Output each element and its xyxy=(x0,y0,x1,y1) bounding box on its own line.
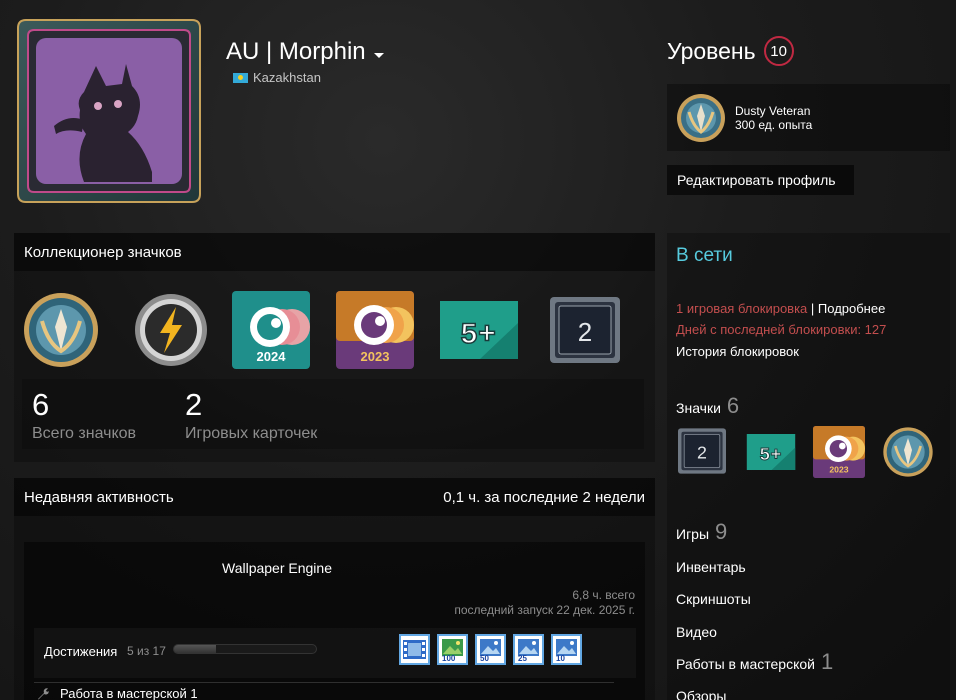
recent-activity-header: Недавняя активность 0,1 ч. за последние … xyxy=(14,478,655,516)
badges-link[interactable]: Значки 6 xyxy=(676,393,739,419)
five-plus-badge-text: 5+ xyxy=(460,319,496,353)
level-label: Уровень xyxy=(667,37,756,64)
number-two-badge-icon[interactable]: 2 xyxy=(678,428,726,474)
xp-badge-name: Dusty Veteran xyxy=(735,103,811,118)
image-25-achievement-icon[interactable]: 25 xyxy=(513,634,544,665)
ban-count: 1 игровая блокировка xyxy=(676,301,808,316)
total-badges-count: 6 xyxy=(32,387,50,422)
workshop-link-count: 1 xyxy=(820,649,834,674)
achievement-icons: 100 50 25 10 xyxy=(399,634,582,665)
game-cards-label: Игровых карточек xyxy=(185,425,318,442)
number-two-badge-text: 2 xyxy=(578,317,592,347)
number-two-badge-icon[interactable]: 2 xyxy=(550,297,620,363)
games-link-label: Игры xyxy=(676,526,710,542)
badge-collector-title: Коллекционер значков xyxy=(24,243,182,261)
veteran-coin-icon xyxy=(677,93,725,142)
achievements-progress-fill xyxy=(174,645,216,653)
level-badge[interactable]: 10 xyxy=(763,36,794,66)
image-50-count: 50 xyxy=(480,654,489,663)
player-name[interactable]: AU | Morphin xyxy=(226,38,384,66)
badge-collector-panel: Коллекционер значков 2024 2023 5+ 2 6 Вс… xyxy=(14,233,655,462)
sidebar-2023-text: 2023 xyxy=(829,465,848,475)
game-last-played: последний запуск 22 дек. 2025 г. xyxy=(454,603,635,617)
veteran-coin-icon[interactable] xyxy=(22,291,100,369)
total-badges-label: Всего значков xyxy=(32,425,137,442)
workshop-link[interactable]: Работы в мастерской 1 xyxy=(676,649,833,675)
level-row: Уровень 10 xyxy=(667,36,794,66)
ban-history-link[interactable]: История блокировок xyxy=(676,344,799,359)
badges-link-label: Значки xyxy=(676,400,721,416)
ban-details-link[interactable]: Подробнее xyxy=(818,301,885,316)
profile-sidebar: В сети 1 игровая блокировка | Подробнее … xyxy=(667,233,950,700)
sidebar-five-plus-text: 5+ xyxy=(759,444,781,466)
inventory-link[interactable]: Инвентарь xyxy=(676,559,746,575)
divider xyxy=(34,682,614,683)
game-card: Wallpaper Engine 6,8 ч. всего последний … xyxy=(24,542,645,700)
edit-profile-button[interactable]: Редактировать профиль xyxy=(667,165,854,195)
avatar-frame-art xyxy=(17,19,201,203)
xp-text: Dusty Veteran 300 ед. опыта xyxy=(735,104,812,132)
lightning-coin-icon[interactable] xyxy=(132,291,210,369)
steam-2023-badge-icon[interactable]: 2023 xyxy=(813,426,865,478)
player-name-text: AU | Morphin xyxy=(226,38,366,65)
video-link[interactable]: Видео xyxy=(676,624,717,640)
image-100-achievement-icon[interactable]: 100 xyxy=(437,634,468,665)
recent-activity-panel: Недавняя активность 0,1 ч. за последние … xyxy=(14,478,655,700)
game-title[interactable]: Wallpaper Engine xyxy=(222,560,332,576)
achievements-bar: Достижения 5 из 17 100 50 25 10 xyxy=(34,628,636,678)
xp-value: 300 ед. опыта xyxy=(735,117,813,132)
recent-activity-title: Недавняя активность xyxy=(24,488,174,506)
image-25-count: 25 xyxy=(518,654,527,663)
badges-link-count: 6 xyxy=(726,393,740,418)
sidebar-badges: 2 5+ 2023 xyxy=(676,426,946,482)
image-10-count: 10 xyxy=(556,654,565,663)
wrench-icon xyxy=(38,687,49,699)
achievements-progress xyxy=(173,644,317,654)
workshop-activity-text: Работа в мастерской 1 xyxy=(60,686,198,700)
image-50-achievement-icon[interactable]: 50 xyxy=(475,634,506,665)
screenshots-link[interactable]: Скриншоты xyxy=(676,591,751,607)
reviews-link[interactable]: Обзоры xyxy=(676,688,727,700)
achievements-count: 5 из 17 xyxy=(127,644,166,658)
steam-2024-badge-icon[interactable]: 2024 xyxy=(232,291,310,369)
ban-line: 1 игровая блокировка | Подробнее xyxy=(676,301,885,316)
film-achievement-icon[interactable] xyxy=(399,634,430,665)
recent-activity-hours: 0,1 ч. за последние 2 недели xyxy=(443,488,645,506)
sidebar-two-badge-text: 2 xyxy=(697,443,707,463)
kazakhstan-flag-icon xyxy=(233,72,248,83)
avatar[interactable] xyxy=(14,16,204,206)
veteran-coin-icon[interactable] xyxy=(882,426,934,478)
badge-collector-header[interactable]: Коллекционер значков xyxy=(14,233,655,271)
image-10-achievement-icon[interactable]: 10 xyxy=(551,634,582,665)
country-name: Kazakhstan xyxy=(253,70,321,85)
ban-days: Дней с последней блокировки: 127 xyxy=(676,322,887,337)
workshop-link-label: Работы в мастерской xyxy=(676,656,815,672)
games-link[interactable]: Игры 9 xyxy=(676,519,727,545)
xp-badge-box[interactable]: Dusty Veteran 300 ед. опыта xyxy=(667,84,950,151)
game-cards-stat[interactable]: 2 Игровых карточек xyxy=(185,387,317,443)
badge-row: 2024 2023 5+ 2 xyxy=(22,291,622,371)
total-badges-stat[interactable]: 6 Всего значков xyxy=(32,387,136,443)
badge-stats: 6 Всего значков 2 Игровых карточек xyxy=(22,379,644,449)
image-100-count: 100 xyxy=(442,654,456,663)
games-link-count: 9 xyxy=(715,519,728,544)
game-cards-count: 2 xyxy=(185,387,203,422)
workshop-activity-line[interactable]: Работа в мастерской 1 xyxy=(34,686,198,700)
ban-separator: | xyxy=(807,301,818,316)
game-hours: 6,8 ч. всего последний запуск 22 дек. 20… xyxy=(454,588,635,618)
five-plus-badge-icon[interactable]: 5+ xyxy=(440,301,518,359)
steam-2023-badge-text: 2023 xyxy=(361,349,390,364)
country: Kazakhstan xyxy=(233,70,321,85)
steam-2023-badge-icon[interactable]: 2023 xyxy=(336,291,414,369)
five-plus-badge-icon[interactable]: 5+ xyxy=(744,434,798,470)
achievements-label[interactable]: Достижения xyxy=(44,644,117,659)
name-dropdown-icon[interactable] xyxy=(373,52,384,58)
online-status: В сети xyxy=(676,245,733,266)
game-hours-total: 6,8 ч. всего xyxy=(572,588,635,602)
steam-2024-badge-text: 2024 xyxy=(257,349,287,364)
